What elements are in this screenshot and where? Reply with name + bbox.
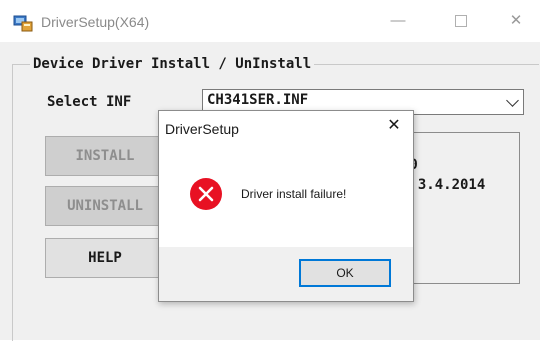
error-icon xyxy=(189,177,223,211)
maximize-button[interactable] xyxy=(445,8,477,34)
dialog-close-button[interactable]: ✕ xyxy=(383,115,405,137)
title-bar[interactable]: DriverSetup(X64) — ✕ xyxy=(0,0,540,42)
select-inf-label: Select INF xyxy=(47,94,132,110)
window-title: DriverSetup(X64) xyxy=(41,14,150,30)
minimize-button[interactable]: — xyxy=(382,8,414,34)
dialog-title: DriverSetup xyxy=(165,121,239,137)
inf-selected-value: CH341SER.INF xyxy=(207,92,309,108)
chevron-down-icon[interactable] xyxy=(506,94,519,107)
ok-button[interactable]: OK xyxy=(299,259,391,287)
error-dialog: DriverSetup ✕ Driver install failure! OK xyxy=(158,110,414,302)
driver-setup-app-icon xyxy=(13,14,33,32)
dialog-message: Driver install failure! xyxy=(241,187,347,201)
uninstall-button[interactable]: UNINSTALL xyxy=(45,186,165,226)
help-button[interactable]: HELP xyxy=(45,238,165,278)
install-button[interactable]: INSTALL xyxy=(45,136,165,176)
maximize-icon xyxy=(455,15,467,28)
dialog-footer: OK xyxy=(159,247,413,301)
close-window-button[interactable]: ✕ xyxy=(500,8,532,34)
groupbox-legend: Device Driver Install / UnInstall xyxy=(30,56,315,72)
